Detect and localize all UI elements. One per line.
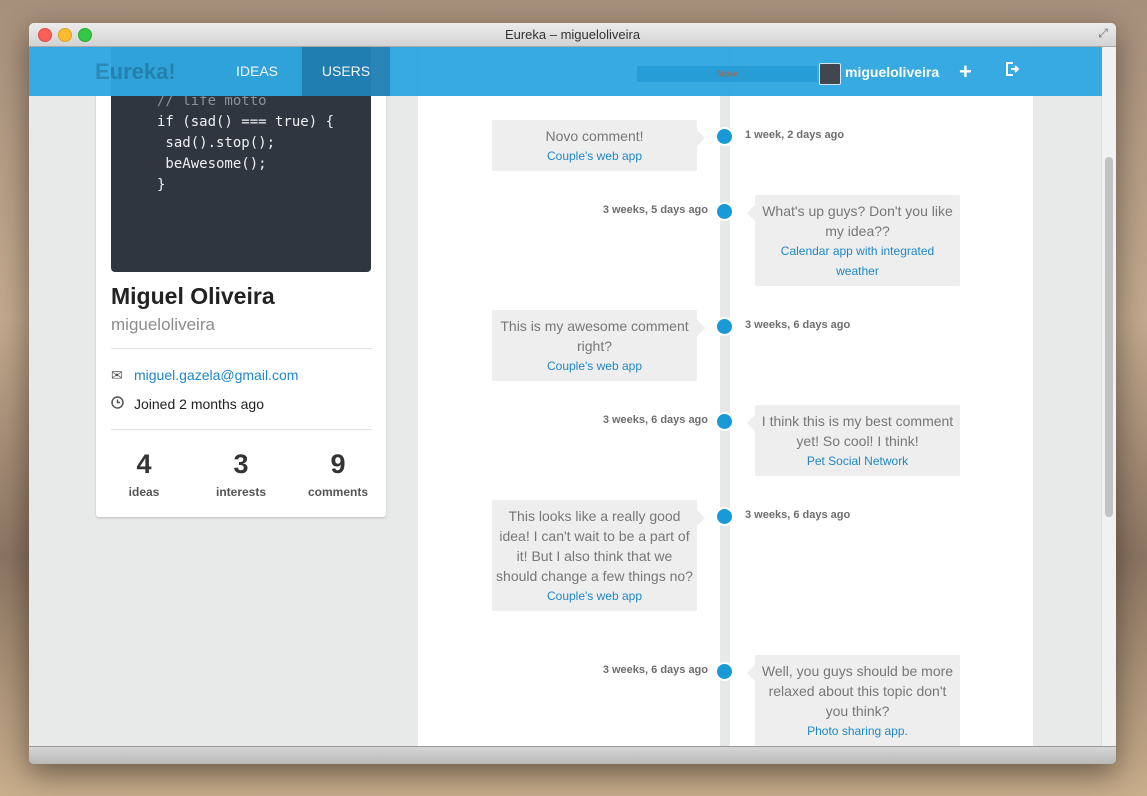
comment-text: This is my awesome comment right? (500, 318, 689, 354)
stat-label: interests (215, 485, 267, 499)
joined-row: Joined 2 months ago (111, 396, 264, 412)
comment-text: I think this is my best comment yet! So … (761, 413, 954, 449)
comment-time: 3 weeks, 6 days ago (745, 509, 851, 521)
stat-ideas[interactable]: 4 ideas (96, 447, 192, 499)
top-navbar: Eureka! IDEAS USERS migueloliveira + (29, 47, 1102, 96)
comment-time: 3 weeks, 6 days ago (602, 664, 708, 676)
timeline-dot (715, 202, 734, 221)
plus-icon[interactable]: + (959, 59, 972, 85)
scrollbar-thumb[interactable] (1105, 157, 1113, 517)
comment-time: 3 weeks, 6 days ago (602, 414, 708, 426)
close-window-button[interactable] (38, 28, 52, 42)
comment-bubble: I think this is my best comment yet! So … (747, 405, 960, 476)
email-row: ✉ miguel.gazela@gmail.com (111, 367, 298, 384)
stat-comments[interactable]: 9 comments (290, 447, 386, 499)
status-bar (29, 746, 1116, 764)
code-line: if (sad() === true) { (157, 114, 335, 130)
comment-bubble: Well, you guys should be more relaxed ab… (747, 655, 960, 746)
comment-bubble: Novo comment! Couple's web app (492, 120, 705, 171)
stat-value: 9 (330, 449, 346, 479)
timeline-dot (715, 317, 734, 336)
comment-text: Novo comment! (545, 128, 644, 144)
minimize-window-button[interactable] (58, 28, 72, 42)
divider (111, 429, 372, 430)
timeline-line (720, 47, 730, 747)
email-link[interactable]: miguel.gazela@gmail.com (134, 367, 298, 383)
comment-text: Well, you guys should be more relaxed ab… (761, 663, 954, 719)
comment-bubble: What's up guys? Don't you like my idea??… (747, 195, 960, 286)
comment-bubble: This is my awesome comment right? Couple… (492, 310, 705, 381)
timeline-dot (715, 662, 734, 681)
idea-link[interactable]: Couple's web app (492, 146, 697, 166)
profile-card: // life motto if (sad() === true) { sad(… (96, 47, 386, 517)
idea-link[interactable]: Photo sharing app. (755, 721, 960, 741)
idea-link[interactable]: Couple's web app (492, 356, 697, 376)
stat-label: ideas (128, 485, 160, 499)
comment-text: This looks like a really good idea! I ca… (496, 508, 693, 584)
comment-text: What's up guys? Don't you like my idea?? (762, 203, 953, 239)
fullscreen-icon[interactable]: ⤢ (1096, 26, 1110, 40)
envelope-icon: ✉ (111, 367, 123, 383)
cover-code: // life motto if (sad() === true) { sad(… (157, 91, 334, 196)
comment-time: 3 weeks, 5 days ago (602, 204, 708, 216)
idea-link[interactable]: Pet Social Network (755, 451, 960, 471)
search-input[interactable] (637, 66, 817, 82)
comment-bubble: This looks like a really good idea! I ca… (492, 500, 705, 611)
window-title: Eureka – migueloliveira (504, 27, 641, 42)
code-line: } (157, 177, 166, 193)
idea-link[interactable]: Couple's web app (492, 586, 697, 606)
activity-timeline: Novo comment! Couple's web app 1 week, 2… (418, 47, 1033, 747)
clock-icon (111, 396, 127, 412)
code-line: sad().stop(); (157, 135, 276, 151)
joined-text: Joined 2 months ago (134, 396, 264, 412)
timeline-dot (715, 507, 734, 526)
timeline-dot (715, 412, 734, 431)
idea-link[interactable]: Calendar app with integrated weather (755, 241, 960, 281)
profile-username: migueloliveira (111, 315, 215, 334)
stat-interests[interactable]: 3 interests (193, 447, 289, 499)
divider (111, 348, 372, 349)
nav-users[interactable]: USERS (302, 47, 390, 96)
timeline-dot (715, 127, 734, 146)
code-line: beAwesome(); (157, 156, 267, 172)
stat-value: 4 (136, 449, 152, 479)
page-viewport: Novo comment! Couple's web app 1 week, 2… (29, 47, 1102, 747)
profile-name: Miguel Oliveira (111, 283, 275, 309)
stat-value: 3 (233, 449, 249, 479)
sign-out-icon[interactable] (1004, 61, 1020, 77)
title-bar: Eureka – migueloliveira ⤢ (29, 23, 1116, 47)
browser-window: Eureka – migueloliveira ⤢ Novo comment! … (29, 23, 1116, 764)
nav-username[interactable]: migueloliveira (845, 64, 939, 80)
brand-logo[interactable]: Eureka! (95, 59, 176, 85)
nav-ideas[interactable]: IDEAS (217, 47, 297, 96)
comment-time: 1 week, 2 days ago (745, 129, 845, 141)
stat-label: comments (307, 485, 369, 499)
zoom-window-button[interactable] (78, 28, 92, 42)
avatar[interactable] (819, 63, 841, 85)
comment-time: 3 weeks, 6 days ago (745, 319, 851, 331)
vertical-scrollbar[interactable] (1101, 47, 1116, 747)
